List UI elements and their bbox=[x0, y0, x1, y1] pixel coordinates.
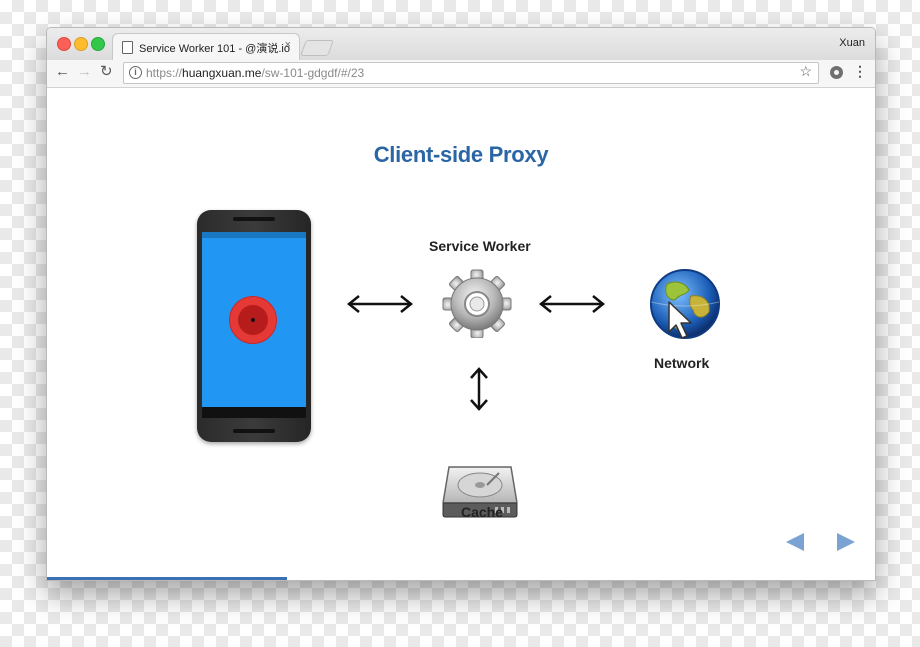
reload-icon[interactable]: ↻ bbox=[100, 62, 113, 82]
record-button-icon bbox=[229, 296, 277, 344]
network-label: Network bbox=[654, 355, 710, 371]
info-icon[interactable]: i bbox=[129, 66, 142, 79]
extension-icon[interactable] bbox=[830, 66, 843, 79]
menu-icon[interactable]: ⋮ bbox=[853, 63, 867, 80]
service-worker-label: Service Worker bbox=[429, 238, 531, 254]
minimize-window-button[interactable] bbox=[74, 37, 88, 51]
slide-content: Client-side Proxy Service Worker Network… bbox=[47, 88, 875, 580]
phone-screen bbox=[202, 232, 306, 418]
address-bar[interactable]: i https://huangxuan.me/sw-101-gdgdf/#/23… bbox=[123, 62, 819, 84]
cache-label: Cache bbox=[461, 504, 504, 520]
browser-toolbar: ← → ↻ i https://huangxuan.me/sw-101-gdgd… bbox=[47, 60, 875, 88]
next-slide-icon[interactable] bbox=[837, 533, 855, 551]
android-phone-icon bbox=[197, 210, 311, 442]
phone-nav-bar bbox=[202, 407, 306, 418]
previous-slide-icon[interactable] bbox=[786, 533, 804, 551]
url-scheme: https:// bbox=[146, 66, 183, 80]
tab-close-icon[interactable]: × bbox=[285, 39, 291, 51]
phone-sw-arrow-icon bbox=[346, 295, 414, 313]
gear-icon bbox=[442, 269, 512, 338]
record-dot bbox=[251, 318, 255, 322]
slide-progress-fill bbox=[47, 577, 288, 580]
profile-name[interactable]: Xuan bbox=[839, 37, 865, 49]
slide-title: Client-side Proxy bbox=[373, 142, 549, 167]
back-icon[interactable]: ← bbox=[55, 62, 70, 82]
close-window-button[interactable] bbox=[57, 37, 71, 51]
globe-cursor-icon bbox=[650, 269, 720, 339]
url-text[interactable]: https://huangxuan.me/sw-101-gdgdf/#/23 bbox=[146, 66, 364, 80]
sw-cache-arrow-icon bbox=[470, 367, 488, 411]
new-tab-button[interactable] bbox=[300, 40, 334, 56]
sw-network-arrow-icon bbox=[538, 295, 606, 313]
phone-status-bar bbox=[202, 232, 306, 238]
browser-tab[interactable]: Service Worker 101 - @演说.io × bbox=[112, 33, 300, 61]
phone-speaker-bottom bbox=[233, 429, 275, 433]
url-host: huangxuan.me bbox=[182, 66, 262, 80]
page-icon bbox=[122, 41, 133, 54]
maximize-window-button[interactable] bbox=[91, 37, 105, 51]
bookmark-star-icon[interactable]: ☆ bbox=[799, 63, 812, 80]
slide-progress-bar bbox=[47, 577, 875, 580]
forward-icon[interactable]: → bbox=[77, 62, 92, 82]
url-path: /sw-101-gdgdf/#/23 bbox=[261, 66, 365, 80]
record-inner bbox=[238, 305, 268, 335]
phone-speaker bbox=[233, 217, 275, 221]
browser-window: Service Worker 101 - @演说.io × Xuan ← → ↻… bbox=[46, 27, 876, 581]
tab-title: Service Worker 101 - @演说.io bbox=[139, 43, 290, 55]
title-bar: Service Worker 101 - @演说.io × Xuan bbox=[47, 28, 875, 61]
